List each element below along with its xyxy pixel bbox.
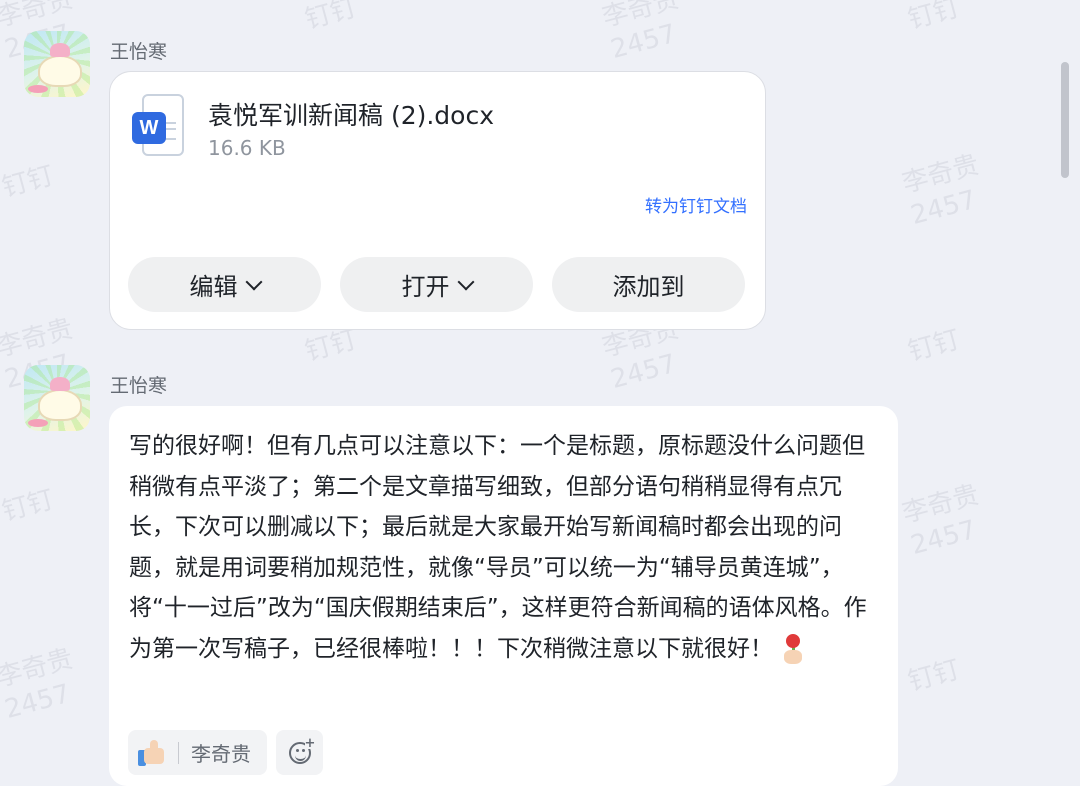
open-button-label: 打开: [401, 273, 450, 301]
edit-button[interactable]: 编辑: [128, 257, 321, 312]
edit-button-label: 编辑: [189, 273, 238, 301]
sender-name: 王怡寒: [110, 375, 168, 397]
watermark: 钉钉: [0, 484, 57, 528]
add-to-button-label: 添加到: [612, 273, 685, 301]
thumbs-up-icon: [138, 739, 166, 766]
chevron-down-icon: [245, 273, 262, 290]
file-size: 16.6 KB: [208, 136, 286, 160]
chevron-down-icon: [457, 273, 474, 290]
watermark: 钉钉: [0, 160, 57, 204]
flower-in-hand-emoji: [780, 634, 806, 664]
watermark: 李奇贵 2457: [899, 479, 983, 561]
add-to-button[interactable]: 添加到: [552, 257, 745, 312]
open-button[interactable]: 打开: [340, 257, 533, 312]
sender-avatar[interactable]: [24, 31, 90, 97]
watermark: 李奇贵 2457: [0, 643, 77, 725]
watermark: 钉钉: [904, 324, 963, 368]
watermark: 钉钉: [904, 654, 963, 698]
watermark: 钉钉: [301, 324, 360, 368]
add-reaction-button[interactable]: +: [276, 730, 323, 775]
watermark: 李奇贵 2457: [599, 0, 683, 65]
reaction-divider: [178, 741, 179, 764]
word-doc-icon: W: [132, 94, 188, 160]
sender-avatar[interactable]: [24, 365, 90, 431]
file-name[interactable]: 袁悦军训新闻稿 (2).docx: [208, 96, 494, 132]
message-text: 写的很好啊！但有几点可以注意以下：一个是标题，原标题没什么问题但稍微有点平淡了；…: [129, 426, 881, 669]
sender-name: 王怡寒: [110, 41, 168, 63]
convert-to-doc-link[interactable]: 转为钉钉文档: [645, 192, 747, 217]
file-message-card[interactable]: W 袁悦军训新闻稿 (2).docx 16.6 KB 转为钉钉文档 编辑 打开 …: [109, 71, 766, 330]
add-emoji-icon: +: [288, 737, 316, 764]
watermark: 钉钉: [904, 0, 963, 36]
reaction-user: 李奇贵: [191, 742, 251, 766]
text-message-bubble[interactable]: 写的很好啊！但有几点可以注意以下：一个是标题，原标题没什么问题但稍微有点平淡了；…: [109, 406, 898, 786]
watermark: 李奇贵 2457: [899, 149, 983, 231]
reaction-thumbs-up[interactable]: 李奇贵: [128, 730, 267, 775]
scrollbar-thumb[interactable]: [1061, 62, 1069, 178]
watermark: 钉钉: [301, 0, 360, 36]
